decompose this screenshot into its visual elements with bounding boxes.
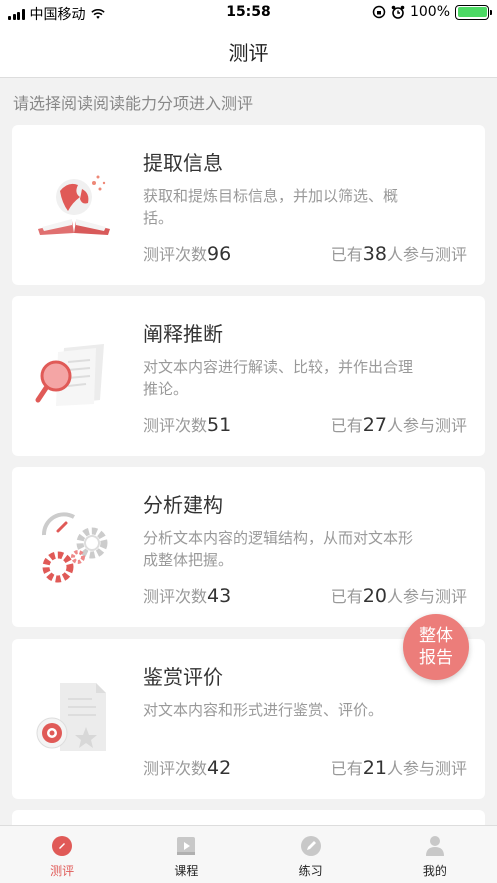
status-bar: 中国移动 15:58 100% [0, 0, 497, 26]
course-icon [177, 837, 196, 855]
card-title: 鉴赏评价 [143, 665, 223, 689]
assessment-card-analyze[interactable]: 分析建构 分析文本内容的逻辑结构，从而对文本形成整体把握。 测评次数43 已有2… [12, 467, 485, 627]
participant-count: 已有20人参与测评 [330, 585, 467, 607]
assessment-card-extract[interactable]: 提取信息 获取和提炼目标信息，并加以筛选、概括。 测评次数96 已有38人参与测… [12, 125, 485, 285]
card-description: 分析文本内容的逻辑结构，从而对文本形成整体把握。 [143, 529, 414, 569]
card-description: 对文本内容进行解读、比较，并作出合理推论。 [143, 358, 414, 398]
participant-count: 已有27人参与测评 [330, 414, 467, 436]
card-title: 提取信息 [143, 151, 223, 175]
gears-icon [41, 512, 108, 583]
count-value: 43 [207, 585, 232, 607]
tab-assessment[interactable]: 测评 [0, 826, 124, 883]
battery-percent: 100% [409, 4, 450, 20]
status-right: 100% [372, 4, 492, 20]
tab-label: 我的 [422, 864, 447, 878]
tab-course[interactable]: 课程 [124, 826, 248, 883]
card-title: 阐释推断 [143, 322, 223, 346]
globe-book-icon [38, 175, 110, 235]
participant-count: 已有21人参与测评 [330, 757, 467, 779]
nav-bar: 测评 [0, 26, 497, 78]
page-title: 测评 [228, 41, 269, 65]
card-description: 对文本内容和形式进行鉴赏、评价。 [143, 701, 384, 719]
section-hint: 请选择阅读阅读能力分项进入测评 [13, 94, 254, 113]
practice-icon [300, 836, 321, 856]
assessment-count: 测评次数96 [143, 243, 232, 265]
tab-label: 课程 [174, 864, 199, 878]
assessment-count: 测评次数51 [143, 414, 232, 436]
participant-value: 20 [362, 585, 387, 607]
fab-line-2: 报告 [419, 648, 453, 668]
tab-bar: 测评 课程 练习 我的 [0, 825, 497, 883]
fab-line-1: 整体 [419, 626, 453, 646]
participant-count: 已有38人参与测评 [330, 243, 467, 265]
card-description: 获取和提炼目标信息，并加以筛选、概括。 [143, 187, 399, 227]
profile-icon [425, 836, 444, 856]
assessment-count: 测评次数43 [143, 585, 232, 607]
eye-document-icon [36, 683, 106, 751]
tab-practice[interactable]: 练习 [249, 826, 373, 883]
assessment-card-interpret[interactable]: 阐释推断 对文本内容进行解读、比较，并作出合理推论。 测评次数51 已有27人参… [12, 296, 485, 456]
tab-profile[interactable]: 我的 [373, 826, 497, 883]
assessment-icon [52, 836, 73, 856]
magnifier-document-icon [35, 344, 104, 406]
card-title: 分析建构 [143, 493, 223, 517]
count-value: 42 [207, 757, 232, 779]
count-value: 51 [207, 414, 232, 436]
alarm-icon [391, 5, 405, 19]
overall-report-button[interactable]: 整体 报告 [403, 614, 469, 680]
participant-value: 27 [362, 414, 387, 436]
tab-label: 练习 [298, 864, 323, 878]
tab-label: 测评 [50, 864, 75, 878]
orientation-lock-icon [372, 5, 386, 19]
participant-value: 38 [362, 243, 387, 265]
assessment-count: 测评次数42 [143, 757, 232, 779]
count-value: 96 [207, 243, 232, 265]
participant-value: 21 [362, 757, 387, 779]
battery-icon [455, 4, 492, 20]
